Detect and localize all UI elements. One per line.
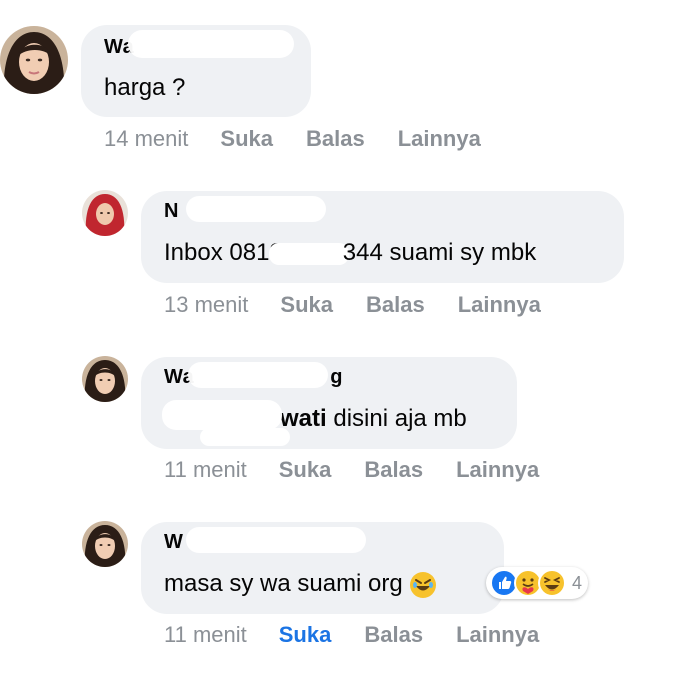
comment-actions: 11 menit Suka Balas Lainnya <box>164 622 572 648</box>
like-button[interactable]: Suka <box>279 457 332 483</box>
comment-actions: 14 menit Suka Balas Lainnya <box>104 126 514 152</box>
comment-text: Inbox 0812 344 suami sy mbk <box>164 239 536 267</box>
haha-reaction-icon <box>538 569 566 597</box>
redaction <box>128 30 294 58</box>
avatar[interactable] <box>0 26 68 94</box>
redaction <box>200 428 290 446</box>
redaction <box>186 196 326 222</box>
comment-text-body: masa sy wa suami org <box>164 570 403 597</box>
comment-time[interactable]: 13 menit <box>164 292 248 318</box>
redaction <box>268 242 349 265</box>
comment-actions: 11 menit Suka Balas Lainnya <box>164 457 572 483</box>
like-button[interactable]: Suka <box>220 126 273 152</box>
redaction <box>162 400 282 430</box>
comment-text-body: disini aja mb <box>326 405 467 432</box>
comment-actions: 13 menit Suka Balas Lainnya <box>164 292 574 318</box>
more-button[interactable]: Lainnya <box>456 457 539 483</box>
comment-author[interactable]: N <box>164 200 179 223</box>
reaction-summary[interactable]: 4 <box>486 565 589 601</box>
comment-text: masa sy wa suami org <box>164 570 437 599</box>
reply-button[interactable]: Balas <box>364 622 423 648</box>
reply-button[interactable]: Balas <box>306 126 365 152</box>
reply-button[interactable]: Balas <box>366 292 425 318</box>
rolling-on-floor-laughing-emoji <box>409 571 437 599</box>
reply-button[interactable]: Balas <box>364 457 423 483</box>
comment-time[interactable]: 11 menit <box>164 622 247 648</box>
comment-text-end: 344 suami sy mbk <box>342 239 537 266</box>
comment-time[interactable]: 11 menit <box>164 457 247 483</box>
reaction-count: 4 <box>572 572 583 593</box>
avatar[interactable] <box>82 521 128 567</box>
more-button[interactable]: Lainnya <box>398 126 481 152</box>
redaction <box>188 362 328 388</box>
comment-text-start: Inbox 0812 <box>164 239 283 266</box>
more-button[interactable]: Lainnya <box>456 622 539 648</box>
like-button[interactable]: Suka <box>280 292 333 318</box>
redaction <box>186 527 366 553</box>
like-button[interactable]: Suka <box>279 622 332 648</box>
comment-author-end: g <box>330 366 343 388</box>
comment-author[interactable]: W <box>164 531 183 554</box>
comment-time[interactable]: 14 menit <box>104 126 188 152</box>
more-button[interactable]: Lainnya <box>458 292 541 318</box>
comment-text: harga ? <box>104 74 186 101</box>
mention-tag-end[interactable]: wati <box>280 405 327 432</box>
avatar[interactable] <box>82 356 128 402</box>
avatar[interactable] <box>82 190 128 236</box>
